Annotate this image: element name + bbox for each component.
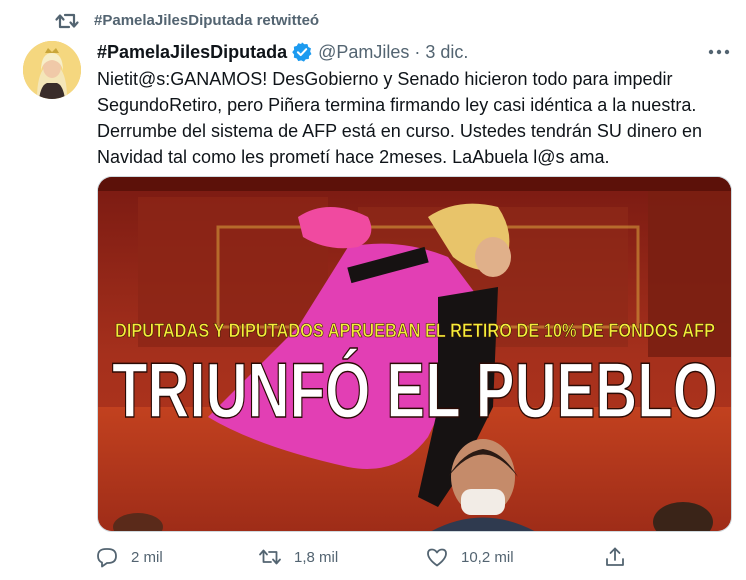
headline-small: DIPUTADAS Y DIPUTADOS APRUEBAN EL RETIRO… <box>115 321 715 342</box>
like-count: 10,2 mil <box>461 548 514 566</box>
reply-button[interactable]: 2 mil <box>95 540 163 574</box>
retweet-button[interactable]: 1,8 mil <box>258 540 338 574</box>
more-options-icon[interactable] <box>706 44 732 60</box>
tweet-card[interactable]: #PamelaJilesDiputada retwitteó #PamelaJi… <box>0 0 746 580</box>
tweet-actions: 2 mil 1,8 mil 10,2 mil <box>95 540 735 574</box>
author-name[interactable]: #PamelaJilesDiputada <box>97 42 287 63</box>
tweet-timestamp[interactable]: 3 dic. <box>425 42 468 63</box>
verified-badge-icon <box>292 42 312 62</box>
tweet-text: Nietit@s:GANAMOS! DesGobierno y Senado h… <box>97 66 727 170</box>
share-icon <box>606 547 624 566</box>
tweet-header: #PamelaJilesDiputada @PamJiles · 3 dic. <box>97 40 468 64</box>
retweeter-name[interactable]: #PamelaJilesDiputada retwitteó <box>94 12 319 29</box>
headline-big: TRIUNFÓ EL PUEBLO <box>112 346 718 434</box>
reply-icon <box>97 548 117 568</box>
reply-count: 2 mil <box>131 548 163 566</box>
retweet-icon <box>55 13 79 29</box>
retweet-count: 1,8 mil <box>294 548 339 566</box>
tweet-text-line: SegundoRetiro, pero Piñera termina firma… <box>97 95 697 115</box>
tweet-text-line: Derrumbe del sistema de AFP está en curs… <box>97 121 702 141</box>
tweet-media-image[interactable]: DIPUTADAS Y DIPUTADOS APRUEBAN EL RETIRO… <box>97 176 732 532</box>
like-button[interactable]: 10,2 mil <box>425 540 514 574</box>
avatar[interactable] <box>23 41 81 99</box>
author-handle[interactable]: @PamJiles <box>318 42 409 63</box>
separator-dot: · <box>414 41 421 62</box>
tweet-text-line: Nietit@s:GANAMOS! DesGobierno y Senado h… <box>97 69 673 89</box>
retweet-icon <box>259 549 281 565</box>
tweet-text-line: Navidad tal como les prometí hace 2meses… <box>97 147 610 167</box>
share-button[interactable] <box>603 540 627 574</box>
heart-icon <box>427 548 447 567</box>
